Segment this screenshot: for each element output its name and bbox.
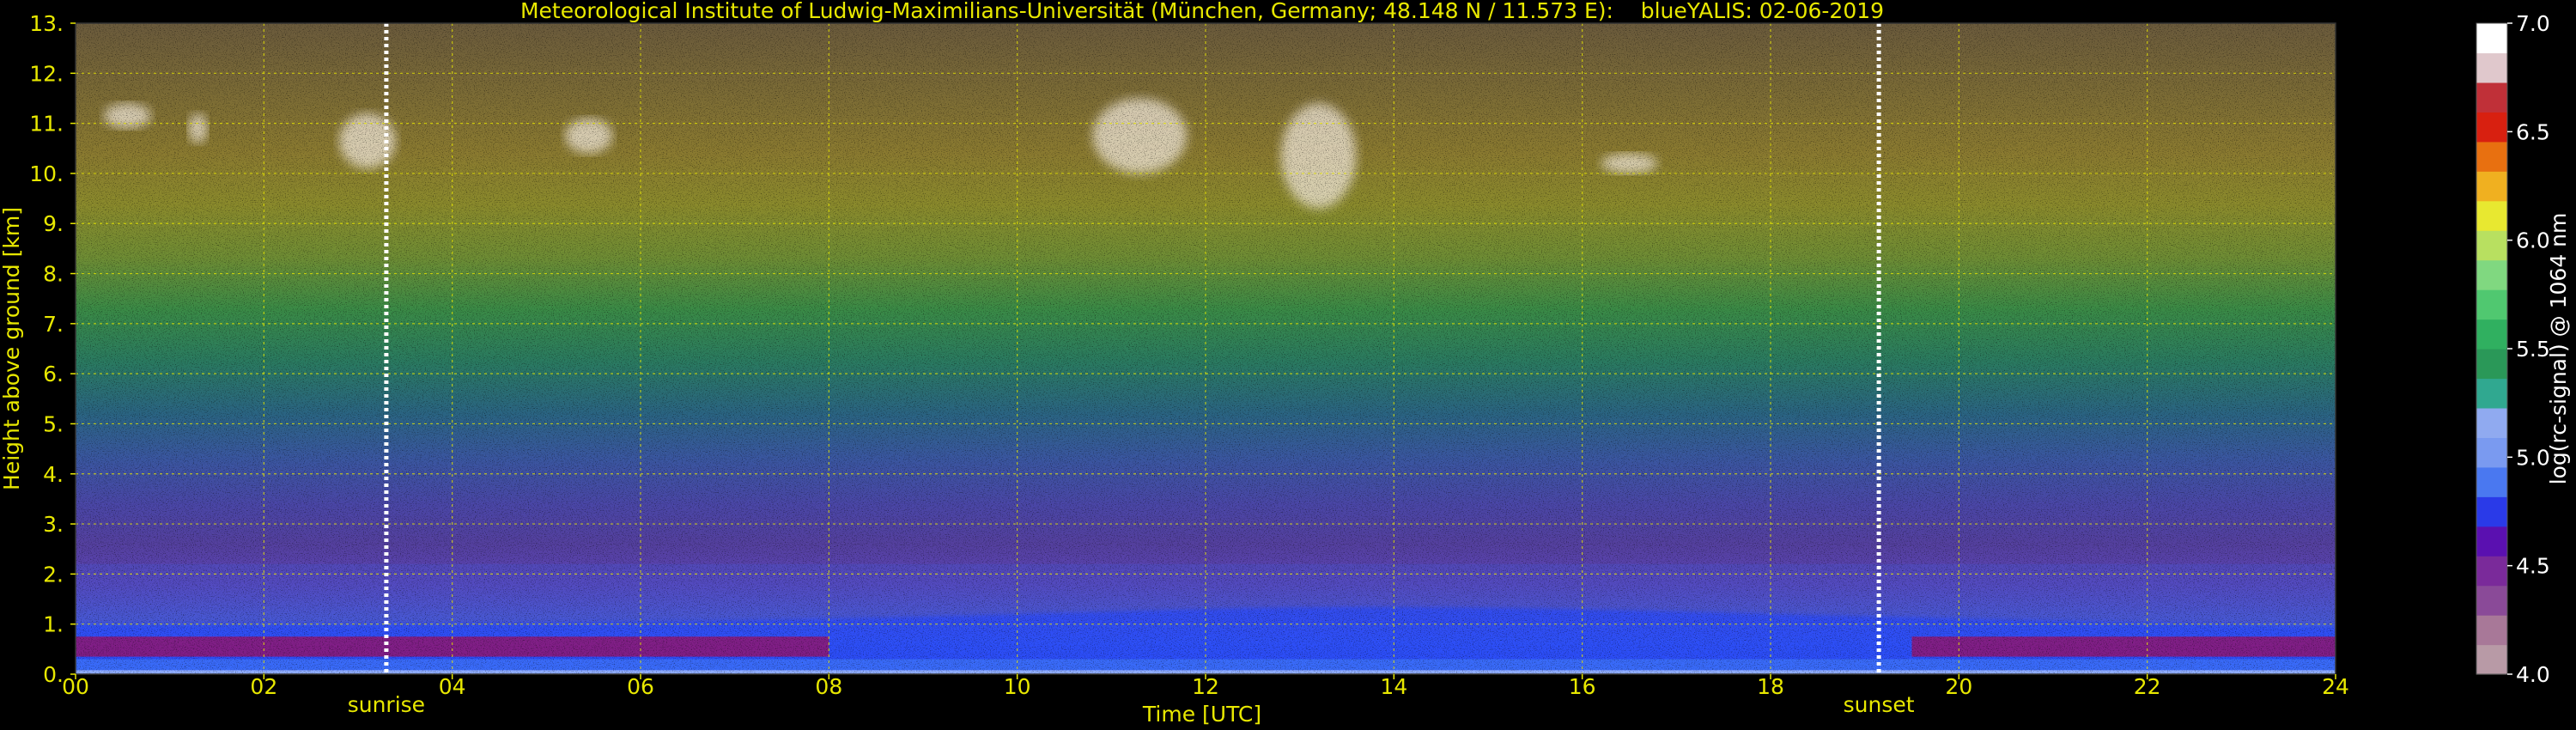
colorbar-segment	[2476, 82, 2507, 113]
colorbar-tick-label: 5.5	[2516, 337, 2550, 362]
x-tick-label: 22	[2134, 674, 2161, 699]
x-tick-label: 18	[1757, 674, 1784, 699]
x-tick-label: 16	[1569, 674, 1596, 699]
colorbar-tick-label: 6.0	[2516, 228, 2550, 253]
x-tick-label: 08	[815, 674, 842, 699]
colorbar-segment	[2476, 437, 2507, 468]
colorbar-segment	[2476, 259, 2507, 290]
x-tick-label: 14	[1380, 674, 1407, 699]
y-tick-label: 1.	[43, 612, 64, 637]
x-tick-label: 02	[250, 674, 277, 699]
y-tick-label: 2.	[43, 562, 64, 587]
colorbar-tick-label: 5.0	[2516, 445, 2550, 470]
y-tick-label: 8.	[43, 262, 64, 287]
colorbar-segment	[2476, 230, 2507, 261]
colorbar-segment	[2476, 23, 2507, 54]
y-tick-label: 12.	[29, 61, 64, 86]
y-tick-label: 7.	[43, 312, 64, 337]
x-tick-label: 20	[1945, 674, 1972, 699]
colorbar-label: log(rc-signal) @ 1064 nm	[2546, 213, 2571, 485]
colorbar-segment	[2476, 349, 2507, 380]
y-axis-label: Height above ground [km]	[0, 207, 24, 490]
colorbar-segment	[2476, 171, 2507, 202]
x-tick-label: 24	[2322, 674, 2349, 699]
colorbar-segment	[2476, 141, 2507, 172]
colorbar-segment	[2476, 407, 2507, 438]
colorbar-segment	[2476, 378, 2507, 409]
sunrise-label: sunrise	[348, 692, 425, 717]
colorbar: 4.0 4.5 5.0 5.5 6.0 6.5 7.0	[2476, 11, 2550, 687]
y-tick-label: 13.	[29, 11, 64, 36]
chart-title: Meteorological Institute of Ludwig-Maxim…	[520, 0, 1884, 23]
y-tick-label: 5.	[43, 411, 64, 436]
colorbar-tick-label: 6.5	[2516, 119, 2550, 144]
y-tick-label: 11.	[29, 112, 64, 137]
x-tick-label: 10	[1004, 674, 1031, 699]
colorbar-segment	[2476, 615, 2507, 646]
colorbar-segment	[2476, 52, 2507, 83]
colorbar-segment	[2476, 644, 2507, 675]
lidar-figure: sunrise sunset 00 02 04 06 08 10 12 14 16 18 20 22 24…	[0, 0, 2571, 727]
sunset-label: sunset	[1844, 692, 1915, 717]
x-axis-label: Time [UTC]	[1142, 702, 1261, 727]
y-tick-label: 6.	[43, 362, 64, 386]
y-tick-label: 10.	[29, 161, 64, 186]
colorbar-segment	[2476, 556, 2507, 587]
colorbar-segment	[2476, 496, 2507, 527]
colorbar-segment	[2476, 112, 2507, 143]
colorbar-tick-label: 7.0	[2516, 11, 2550, 36]
colorbar-tick-label: 4.0	[2516, 662, 2550, 687]
x-tick-label: 06	[627, 674, 654, 699]
colorbar-segment	[2476, 585, 2507, 616]
y-axis: 0. 1. 2. 3. 4. 5. 6. 7. 8. 9. 10. 11. 12. 13.	[29, 11, 76, 687]
y-tick-label: 3.	[43, 512, 64, 537]
colorbar-segment	[2476, 319, 2507, 350]
x-tick-label: 12	[1192, 674, 1219, 699]
colorbar-segment	[2476, 466, 2507, 497]
colorbar-tick-label: 4.5	[2516, 554, 2550, 579]
y-tick-label: 4.	[43, 462, 64, 487]
x-tick-label: 04	[439, 674, 466, 699]
x-tick-label: 00	[62, 674, 89, 699]
y-tick-label: 0.	[43, 662, 64, 687]
colorbar-segment	[2476, 289, 2507, 320]
colorbar-segment	[2476, 526, 2507, 557]
colorbar-segment	[2476, 200, 2507, 231]
y-tick-label: 9.	[43, 211, 64, 236]
